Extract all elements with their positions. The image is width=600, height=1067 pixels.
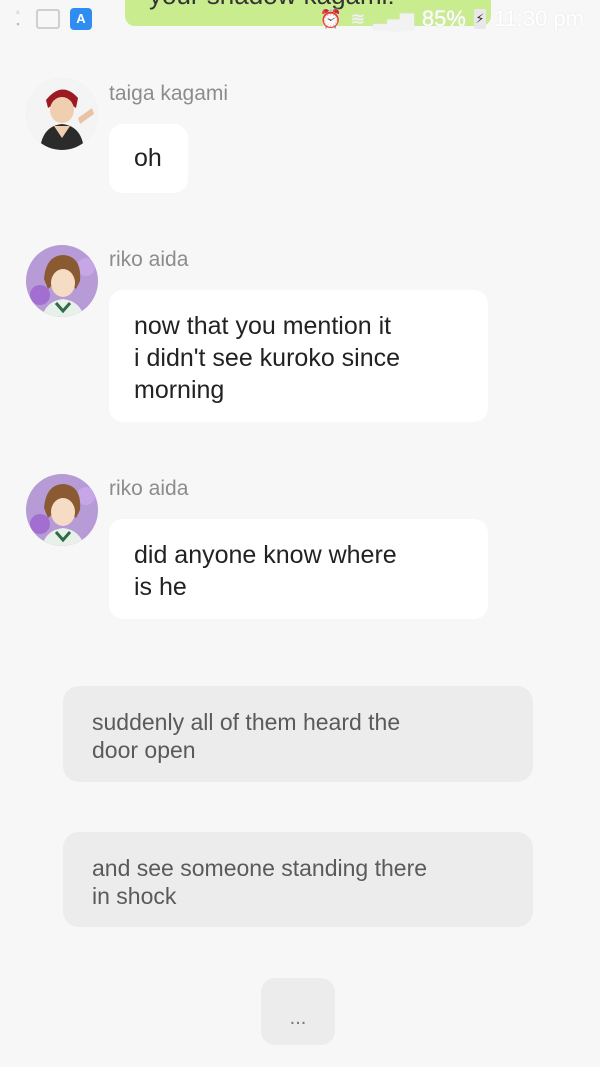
sender-name: taiga kagami — [109, 82, 229, 105]
notification-icon: ⁶ ▪ — [16, 8, 20, 29]
avatar-riko-aida[interactable] — [26, 474, 98, 546]
app-icon: A — [70, 8, 92, 30]
status-bar: your shadow kagami! ⁶▪ A ⏰ ≋ ▂▄▆ 85% ⚡ 1… — [0, 0, 600, 40]
status-right-indicators: ⏰ ≋ ▂▄▆ 85% ⚡ 11:30 pm — [320, 6, 584, 32]
message-text-line: i didn't see kuroko since — [134, 344, 401, 372]
message-text-line: morning — [134, 376, 225, 404]
sender-name: riko aida — [109, 248, 189, 271]
avatar-riko-aida[interactable] — [26, 245, 98, 317]
narration-bubble[interactable]: and see someone standing there in shock — [63, 832, 533, 927]
gallery-icon — [36, 9, 60, 29]
message-text-line: did anyone know where — [134, 541, 397, 569]
message-text: oh — [134, 144, 162, 172]
narration-text-line: door open — [92, 737, 196, 763]
narration-text-line: suddenly all of them heard the — [92, 709, 401, 735]
message-text-line: is he — [134, 573, 187, 601]
typing-indicator: ... — [261, 978, 335, 1045]
wifi-icon: ≋ — [350, 8, 366, 29]
message-bubble[interactable]: now that you mention it i didn't see kur… — [109, 290, 488, 422]
message-bubble[interactable]: did anyone know where is he — [109, 519, 488, 619]
alarm-icon: ⏰ — [319, 8, 343, 29]
avatar-taiga-kagami[interactable] — [26, 78, 98, 150]
signal-icon: ▂▄▆ — [373, 8, 414, 29]
clock-time: 11:30 pm — [493, 6, 584, 31]
narration-text-line: in shock — [92, 883, 177, 909]
message-bubble[interactable]: oh — [109, 124, 188, 193]
sender-name: riko aida — [109, 477, 189, 500]
status-left-icons: ⁶ ▪ A — [10, 8, 92, 30]
battery-percentage: 85% — [421, 6, 466, 31]
narration-bubble[interactable]: suddenly all of them heard the door open — [63, 686, 533, 782]
battery-charging-icon: ⚡ — [473, 9, 486, 29]
message-text-line: now that you mention it — [134, 312, 392, 340]
narration-text-line: and see someone standing there — [92, 855, 428, 881]
